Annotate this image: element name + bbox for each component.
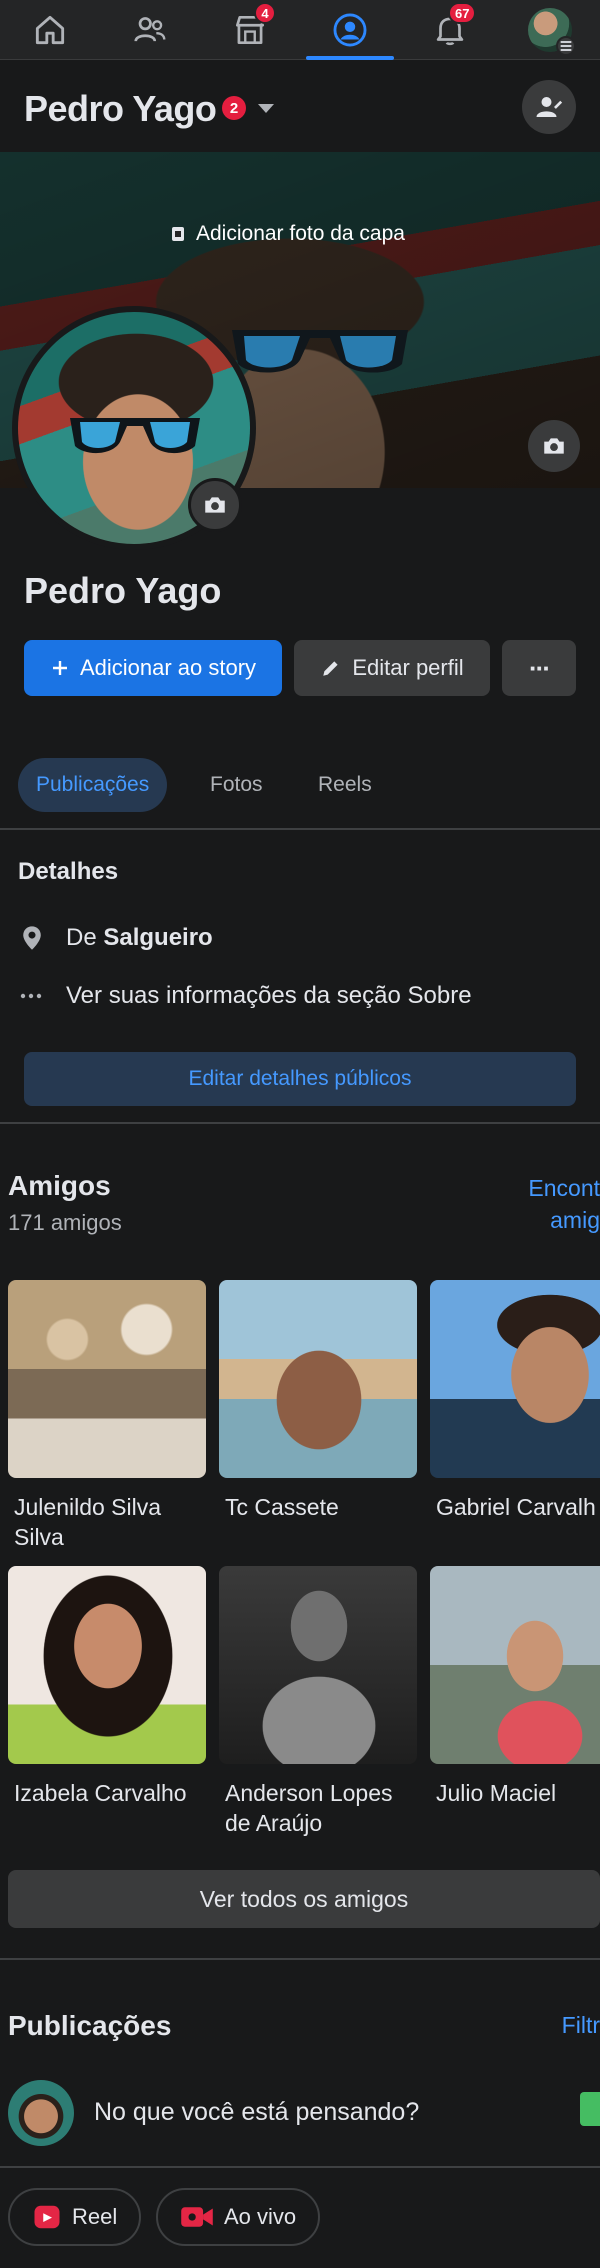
friend-card[interactable]: Julenildo Silva Silva	[8, 1280, 206, 1552]
friend-name: Izabela Carvalho	[14, 1780, 187, 1806]
nav-menu[interactable]	[500, 0, 600, 60]
menu-icon	[556, 36, 576, 56]
profile-name: Pedro Yago	[24, 570, 222, 611]
reel-icon	[34, 2205, 60, 2229]
live-video-icon	[181, 2207, 213, 2227]
location-pin-icon	[23, 926, 41, 950]
photo-icon[interactable]	[580, 2092, 600, 2126]
cover-photo-icon	[172, 227, 184, 241]
about-row[interactable]: Ver suas informações da seção Sobre	[18, 982, 472, 1010]
see-all-friends-button[interactable]: Ver todos os amigos	[8, 1870, 600, 1928]
nav-notifications[interactable]: 67	[400, 0, 500, 60]
find-friends-label-2: amig	[550, 1207, 600, 1233]
header-badge: 2	[222, 96, 246, 120]
find-friends-link[interactable]: Encont amig	[518, 1172, 600, 1236]
reel-label: Reel	[72, 2204, 118, 2229]
friend-name: Anderson Lopes de Araújo	[225, 1780, 393, 1836]
dots-icon	[20, 993, 42, 999]
composer-avatar	[8, 2080, 74, 2146]
person-edit-icon	[536, 97, 563, 117]
friend-photo	[219, 1280, 417, 1478]
details-section: Detalhes De Salgueiro Ver suas informaçõ…	[0, 830, 600, 1122]
friend-card[interactable]: Anderson Lopes de Araújo	[219, 1566, 417, 1838]
friends-icon	[134, 17, 166, 42]
friend-photo	[8, 1566, 206, 1764]
divider	[0, 2166, 600, 2168]
edit-profile-picture-button[interactable]	[188, 478, 242, 532]
tab-reels[interactable]: Reels	[300, 758, 390, 812]
edit-public-details-label: Editar detalhes públicos	[188, 1067, 412, 1090]
add-cover-photo-label: Adicionar foto da capa	[196, 222, 405, 245]
friend-name: Tc Cassete	[225, 1494, 339, 1520]
friends-section: Amigos 171 amigos Encont amig Julenildo …	[0, 1124, 600, 1958]
friend-card[interactable]: Izabela Carvalho	[8, 1566, 206, 1808]
friend-photo	[8, 1280, 206, 1478]
live-button[interactable]: Ao vivo	[156, 2188, 321, 2246]
chevron-down-icon[interactable]	[258, 104, 274, 113]
plus-icon	[52, 661, 67, 675]
more-options-button[interactable]: ···	[502, 640, 576, 696]
hometown-row: De Salgueiro	[18, 924, 213, 952]
top-navigation-bar: 4 67	[0, 0, 600, 60]
hometown-text: De Salgueiro	[66, 924, 213, 952]
friend-card[interactable]: Gabriel Carvalh	[430, 1280, 600, 1522]
cover-sunglasses-graphic	[232, 330, 408, 373]
edit-cover-camera-button[interactable]	[528, 420, 580, 472]
camera-icon	[544, 438, 564, 454]
tab-publicacoes[interactable]: Publicações	[18, 758, 168, 812]
friends-title: Amigos	[8, 1170, 111, 1201]
details-title: Detalhes	[18, 858, 119, 885]
profile-switch-button[interactable]	[522, 80, 576, 134]
tab-label: Reels	[318, 773, 372, 796]
menu-avatar	[528, 8, 576, 56]
notifications-badge: 67	[448, 2, 477, 24]
header-profile-name[interactable]: Pedro Yago	[24, 88, 217, 130]
publications-title: Publicações	[8, 2010, 172, 2041]
pencil-icon	[323, 661, 338, 676]
add-to-story-button[interactable]: Adicionar ao story	[24, 640, 282, 696]
edit-profile-label: Editar perfil	[352, 655, 464, 680]
profile-header: Pedro Yago 2	[0, 60, 600, 152]
live-label: Ao vivo	[224, 2204, 297, 2229]
friend-card[interactable]: Julio Maciel	[430, 1566, 600, 1808]
nav-home[interactable]	[0, 0, 100, 60]
profile-icon	[333, 13, 367, 47]
friend-photo	[430, 1280, 600, 1478]
friend-card[interactable]: Tc Cassete	[219, 1280, 417, 1522]
friend-photo	[219, 1566, 417, 1764]
friends-count: 171 amigos	[8, 1210, 122, 1235]
camera-icon	[205, 497, 225, 513]
home-icon	[35, 15, 65, 45]
see-all-friends-label: Ver todos os amigos	[199, 1885, 409, 1912]
tab-label: Fotos	[210, 773, 263, 796]
add-to-story-label: Adicionar ao story	[79, 655, 257, 680]
composer-prompt[interactable]: No que você está pensando?	[94, 2098, 419, 2127]
edit-profile-button[interactable]: Editar perfil	[294, 640, 490, 696]
friend-name: Julio Maciel	[436, 1780, 557, 1806]
about-link: Ver suas informações da seção Sobre	[66, 982, 472, 1009]
hometown-prefix: De	[66, 924, 97, 951]
nav-friends[interactable]	[100, 0, 200, 60]
filters-link[interactable]: Filtr	[562, 2012, 600, 2039]
tab-fotos[interactable]: Fotos	[192, 758, 281, 812]
hometown-city: Salgueiro	[103, 924, 213, 951]
nav-marketplace[interactable]: 4	[200, 0, 300, 60]
publications-section: Publicações Filtr No que você está pensa…	[0, 1960, 600, 2268]
add-cover-photo-button[interactable]: Adicionar foto da capa	[170, 222, 405, 246]
find-friends-label-1: Encont	[528, 1175, 600, 1201]
nav-profile[interactable]	[300, 0, 400, 60]
friend-name: Gabriel Carvalh	[436, 1494, 596, 1520]
more-options-label: ···	[529, 652, 551, 683]
marketplace-badge: 4	[254, 2, 276, 24]
tab-label: Publicações	[36, 773, 150, 796]
avatar-sunglasses-graphic	[70, 418, 200, 454]
friend-photo	[430, 1566, 600, 1764]
reel-button[interactable]: Reel	[8, 2188, 142, 2246]
profile-tabs: Publicações Fotos Reels	[0, 718, 600, 828]
friend-name: Julenildo Silva Silva	[14, 1494, 162, 1550]
edit-public-details-button[interactable]: Editar detalhes públicos	[24, 1052, 576, 1106]
